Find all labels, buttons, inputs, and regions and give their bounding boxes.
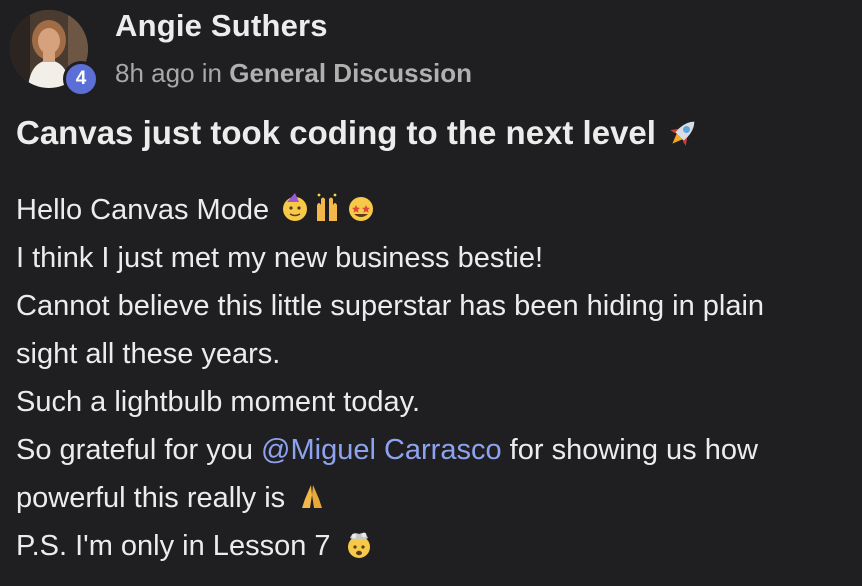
- body-line: Hello Canvas Mode: [16, 186, 856, 234]
- body-line: Such a lightbulb moment today.: [16, 386, 421, 418]
- body-line: So grateful for you @Miguel Carrasco for…: [16, 426, 856, 474]
- body-text: for showing us how: [501, 434, 758, 466]
- body-line: I think I just met my new business besti…: [16, 242, 544, 274]
- body-line: Cannot believe this little superstar has…: [16, 290, 765, 322]
- post-body: Hello Canvas Mode I think I just met my …: [16, 186, 856, 570]
- post-card: 4 Angie Suthers 8h ago in General Discus…: [0, 0, 862, 586]
- raising-hands-icon: [317, 193, 338, 221]
- category-link[interactable]: General Discussion: [229, 58, 472, 88]
- author-name[interactable]: Angie Suthers: [115, 8, 328, 44]
- body-text: Hello Canvas Mode: [16, 194, 270, 226]
- body-line: P.S. I'm only in Lesson 7: [16, 522, 856, 570]
- emoji-group: [283, 193, 374, 221]
- post-meta: 8h ago in General Discussion: [115, 58, 472, 89]
- folded-hands-icon: [302, 485, 323, 508]
- exploding-head-icon: [347, 532, 370, 558]
- post-title: Canvas just took coding to the next leve…: [16, 114, 702, 152]
- body-line: powerful this really is: [16, 474, 856, 522]
- post-title-text: Canvas just took coding to the next leve…: [16, 114, 656, 151]
- rocket-icon: [670, 121, 695, 146]
- author-avatar-group[interactable]: 4: [10, 10, 100, 97]
- user-mention-link[interactable]: @Miguel Carrasco: [261, 434, 502, 466]
- post-time: 8h ago: [115, 58, 195, 88]
- star-struck-icon: [349, 197, 374, 221]
- body-text: powerful this really is: [16, 482, 286, 514]
- meta-in: in: [201, 58, 223, 88]
- partying-face-icon: [283, 193, 308, 221]
- level-badge: 4: [63, 61, 99, 97]
- body-text: P.S. I'm only in Lesson 7: [16, 530, 331, 562]
- body-line: sight all these years.: [16, 338, 281, 370]
- body-text: So grateful for you: [16, 434, 262, 466]
